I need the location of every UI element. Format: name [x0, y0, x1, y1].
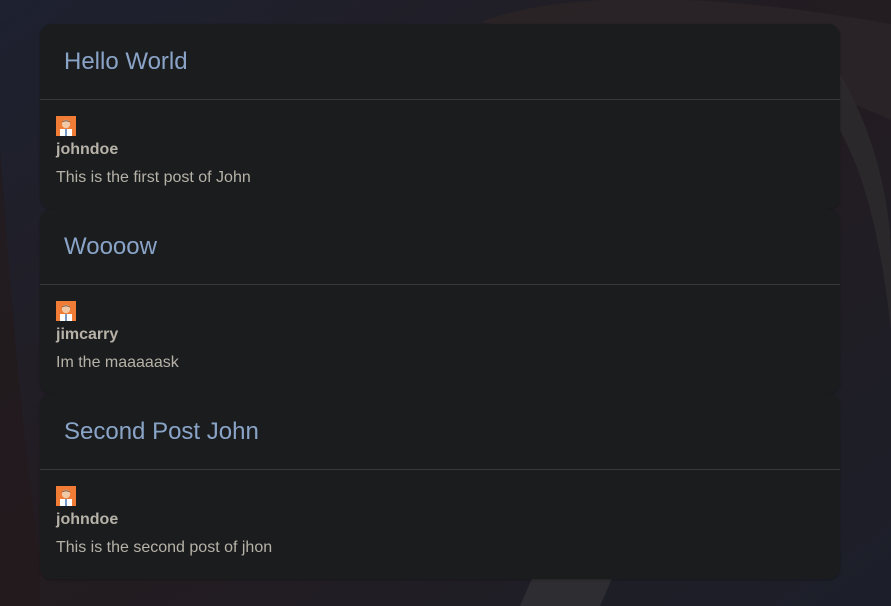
- post-body: johndoe This is the first post of John: [40, 100, 840, 189]
- post-header: Second Post John: [40, 394, 840, 470]
- post-content: This is the first post of John: [56, 169, 251, 186]
- post-content: Im the maaaaask: [56, 354, 179, 371]
- post-author[interactable]: johndoe: [56, 139, 824, 161]
- post-title[interactable]: Hello World: [64, 49, 188, 74]
- post-body: johndoe This is the second post of jhon: [40, 470, 840, 559]
- post-content: This is the second post of jhon: [56, 539, 273, 556]
- post-header: Woooow: [40, 209, 840, 285]
- post-feed: Hello World johndoe This is the first po…: [40, 24, 840, 579]
- post-card: Woooow jimcarry Im the maaaaask: [40, 209, 840, 394]
- post-author[interactable]: jimcarry: [56, 324, 824, 346]
- post-card: Hello World johndoe This is the first po…: [40, 24, 840, 209]
- post-card: Second Post John johndoe This is the sec…: [40, 394, 840, 579]
- post-title[interactable]: Second Post John: [64, 419, 259, 444]
- post-title[interactable]: Woooow: [64, 234, 157, 259]
- post-body: jimcarry Im the maaaaask: [40, 285, 840, 374]
- user-avatar-icon[interactable]: [56, 301, 76, 321]
- user-avatar-icon[interactable]: [56, 116, 76, 136]
- post-author[interactable]: johndoe: [56, 509, 824, 531]
- user-avatar-icon[interactable]: [56, 486, 76, 506]
- post-header: Hello World: [40, 24, 840, 100]
